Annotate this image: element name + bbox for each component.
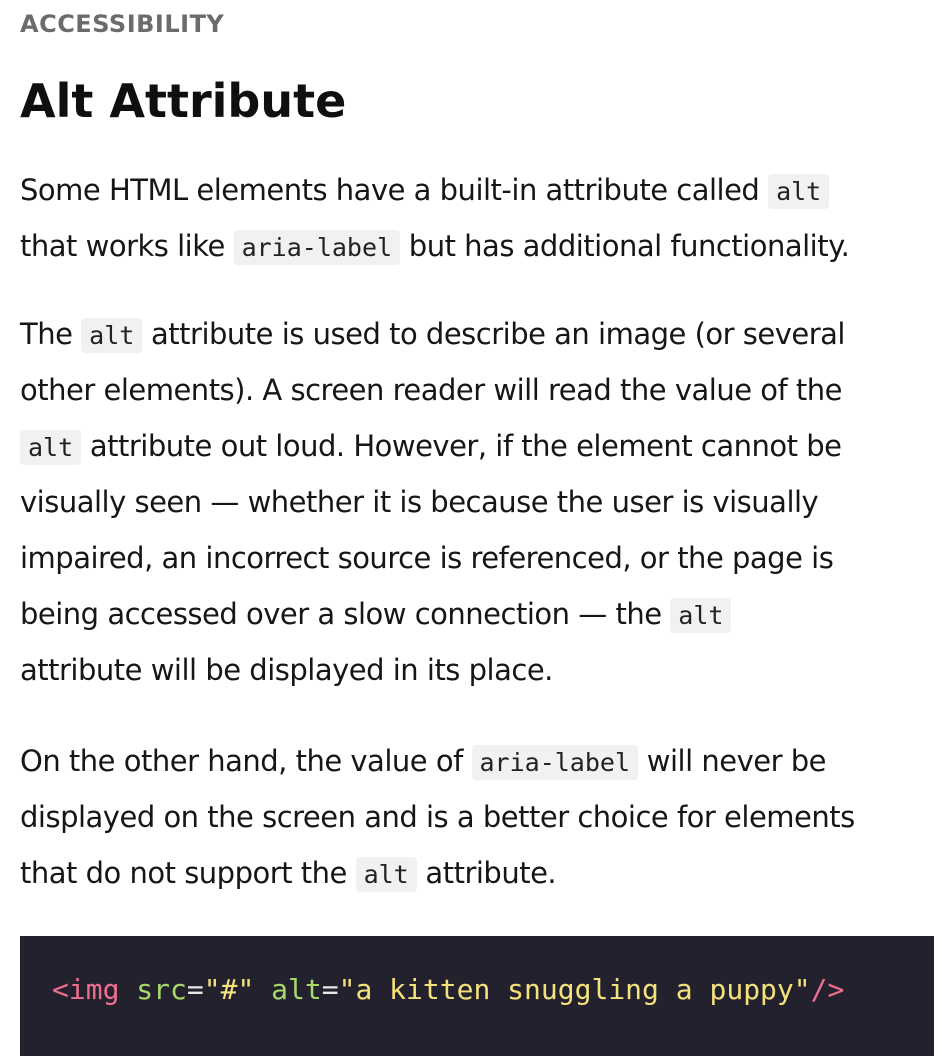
inline-code-alt: alt (355, 857, 417, 892)
inline-code-alt: alt (768, 174, 830, 209)
text-span: but has additional functionality. (400, 229, 850, 263)
paragraph-aria-label: On the other hand, the value of aria-lab… (20, 733, 940, 901)
text-line: other elements). A screen reader will re… (20, 373, 843, 407)
text-span: attribute is used to describe an image (… (142, 317, 845, 351)
text-line: visually seen — whether it is because th… (20, 485, 819, 519)
category-label: ACCESSIBILITY (20, 10, 225, 38)
text-line: being accessed over a slow connection — … (20, 586, 940, 642)
text-line: that do not support the alt attribute. (20, 845, 940, 901)
text-span: Some HTML elements have a built-in attri… (20, 173, 769, 207)
text-span: attribute out loud. However, if the elem… (81, 429, 842, 463)
paragraph-alt-description: The alt attribute is used to describe an… (20, 306, 940, 698)
inline-code-aria-label: aria-label (471, 745, 639, 780)
code-tag-open: <img (52, 973, 120, 1006)
inline-code-alt: alt (20, 430, 82, 465)
text-line: Some HTML elements have a built-in attri… (20, 162, 940, 218)
text-line: that works like aria-label but has addit… (20, 218, 940, 274)
text-span: The (20, 317, 82, 351)
code-attr-alt: alt (271, 973, 322, 1006)
text-span: that do not support the (20, 856, 356, 890)
code-equals: = (321, 973, 339, 1006)
page-title: Alt Attribute (20, 74, 347, 128)
inline-code-alt: alt (670, 598, 732, 633)
code-block: <img src="#" alt="a kitten snuggling a p… (20, 936, 934, 1056)
code-value-alt: "a kitten snuggling a puppy" (338, 973, 811, 1006)
text-line: On the other hand, the value of aria-lab… (20, 733, 940, 789)
text-line: alt attribute out loud. However, if the … (20, 418, 940, 474)
text-span: will never be (638, 744, 827, 778)
code-line: <img src="#" alt="a kitten snuggling a p… (52, 972, 844, 1008)
text-span: being accessed over a slow connection — … (20, 597, 671, 631)
text-line: The alt attribute is used to describe an… (20, 306, 940, 362)
inline-code-alt: alt (81, 318, 143, 353)
code-equals: = (186, 973, 204, 1006)
text-line: displayed on the screen and is a better … (20, 800, 855, 834)
code-value-src: "#" (203, 973, 255, 1006)
text-line: impaired, an incorrect source is referen… (20, 541, 834, 575)
text-span: On the other hand, the value of (20, 744, 472, 778)
text-span: attribute. (416, 856, 557, 890)
inline-code-aria-label: aria-label (233, 230, 401, 265)
text-span: that works like (20, 229, 234, 263)
code-tag-close: /> (810, 973, 845, 1006)
text-line: attribute will be displayed in its place… (20, 653, 553, 687)
paragraph-intro: Some HTML elements have a built-in attri… (20, 162, 940, 274)
code-attr-src: src (136, 973, 187, 1006)
